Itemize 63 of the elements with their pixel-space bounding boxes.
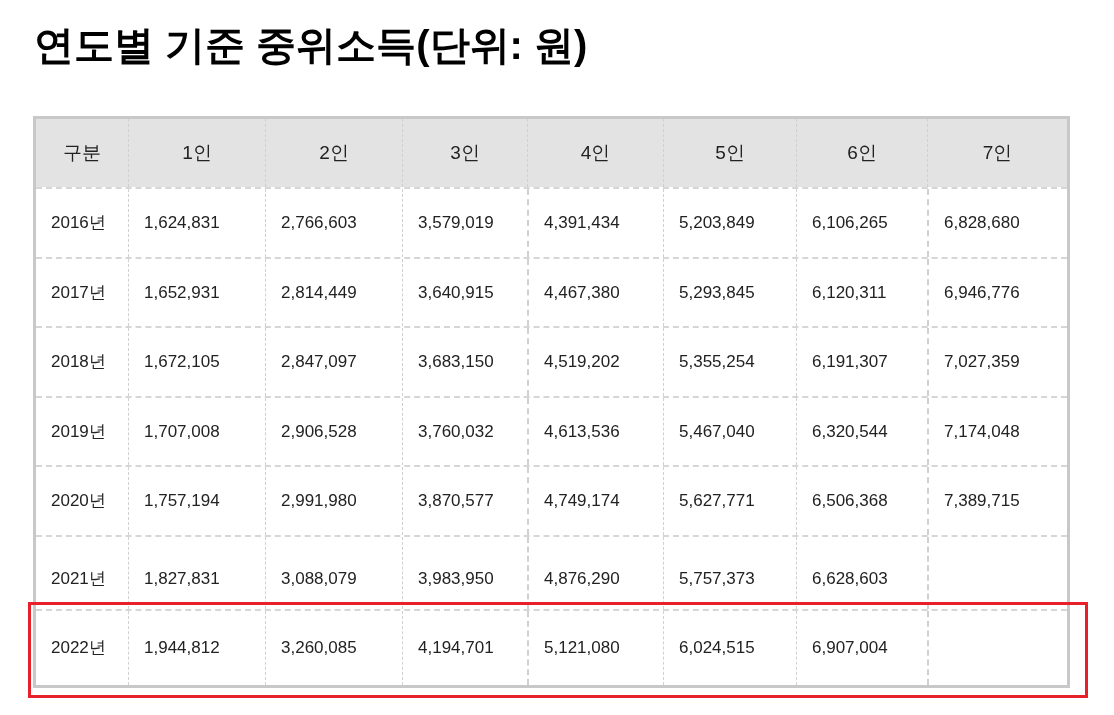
table-cell-text: 1,944,812 (144, 636, 220, 659)
table-cell-text: 4,613,536 (544, 420, 620, 443)
table-cell-text: 5,121,080 (544, 636, 620, 659)
column-header: 3인 (450, 140, 480, 165)
table-cell-text: 5,757,373 (679, 567, 755, 590)
table-cell-text: 3,579,019 (418, 212, 494, 234)
table-cell-text: 2017년 (51, 281, 106, 304)
table-cell-text: 3,640,915 (418, 281, 494, 304)
table-cell-text: 2,814,449 (281, 281, 357, 304)
table-cell-text: 7,027,359 (944, 351, 1020, 373)
table-cell-text: 2019년 (51, 420, 106, 443)
column-header: 4인 (580, 140, 611, 165)
table-cell-text: 5,627,771 (679, 490, 755, 512)
table-cell-text: 6,320,544 (812, 420, 888, 443)
table-cell-text: 4,194,701 (418, 636, 494, 659)
table-cell-text: 7,389,715 (944, 490, 1020, 512)
column-header: 7인 (982, 140, 1013, 165)
table-cell-text: 6,907,004 (812, 636, 888, 659)
table-cell-text: 1,757,194 (144, 490, 220, 512)
table-cell-text: 2021년 (51, 567, 106, 590)
table-cell-text: 1,707,008 (144, 420, 220, 443)
table-cell-text: 3,683,150 (418, 351, 494, 373)
table-cell-text: 6,106,265 (812, 212, 888, 234)
table-cell-text: 6,628,603 (812, 567, 888, 590)
table-cell-text: 5,467,040 (679, 420, 755, 443)
table-cell-text: 6,946,776 (944, 281, 1020, 304)
table-cell-text: 2,991,980 (281, 490, 357, 512)
table-cell-text: 3,760,032 (418, 420, 494, 443)
table-cell-text: 2,906,528 (281, 420, 357, 443)
table-cell-text: 4,467,380 (544, 281, 620, 304)
table-cell-text: 3,870,577 (418, 490, 494, 512)
table-cell-text: 4,519,202 (544, 351, 620, 373)
table-cell-text: 5,355,254 (679, 351, 755, 373)
column-header: 2인 (319, 140, 349, 165)
table-cell-text: 6,024,515 (679, 636, 755, 659)
table-cell-text: 1,624,831 (144, 212, 220, 234)
table-cell-text: 6,828,680 (944, 212, 1020, 234)
table-cell-text: 7,174,048 (944, 420, 1020, 443)
table-cell-text: 5,203,849 (679, 212, 755, 234)
table-cell-text: 2,847,097 (281, 351, 357, 373)
table-cell-text: 6,120,311 (812, 281, 887, 304)
table-cell-text: 1,827,831 (144, 567, 220, 590)
table-cell-text: 6,506,368 (812, 490, 888, 512)
table-cell-text: 5,293,845 (679, 281, 755, 304)
table-cell-text: 3,983,950 (418, 567, 494, 590)
table-cell-text: 4,876,290 (544, 567, 620, 590)
table-cell-text: 4,749,174 (544, 490, 620, 512)
table-cell-text: 2,766,603 (281, 212, 357, 234)
table-cell-text: 3,088,079 (281, 567, 357, 590)
table-cell-text: 2016년 (51, 212, 106, 234)
table-cell-text: 6,191,307 (812, 351, 888, 373)
column-header: 1인 (182, 140, 212, 165)
table-cell-text: 1,652,931 (144, 281, 220, 304)
page-title: 연도별 기준 중위소득(단위: 원) (34, 22, 588, 69)
table-cell-text: 1,672,105 (144, 351, 220, 373)
table-cell-text: 2020년 (51, 490, 106, 512)
table-cell-text: 4,391,434 (544, 212, 620, 234)
table-cell-text: 2022년 (51, 636, 106, 659)
table-cell-text: 2018년 (51, 351, 106, 373)
column-header: 구분 (63, 140, 101, 165)
column-header: 6인 (847, 140, 877, 165)
table-cell-text: 3,260,085 (281, 636, 357, 659)
column-header: 5인 (715, 140, 745, 165)
